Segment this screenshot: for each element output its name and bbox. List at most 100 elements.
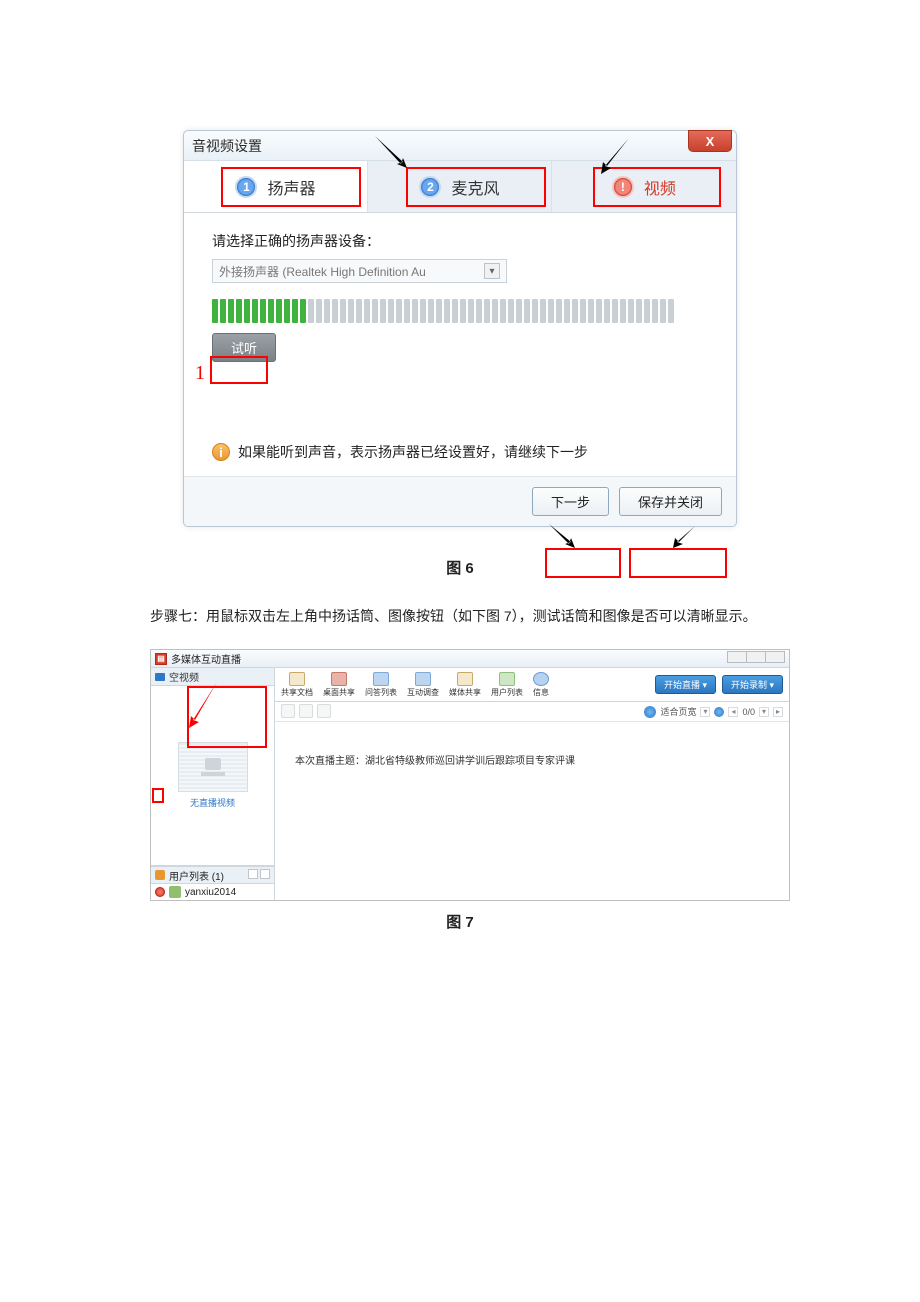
userlist-title: 用户列表 (1) (169, 868, 224, 883)
figure-7: ▤ 多媒体互动直播 空视频 无直播视频 (150, 649, 790, 901)
start-live-label: 开始直播 ▾ (664, 680, 707, 690)
tab-alert-icon: ! (612, 176, 634, 198)
figure-6: 音视频设置 X 1 扬声器 2 麦克风 ! 视频 请选择正确的扬声器设备： 外接… (183, 130, 737, 527)
toolbar-item[interactable]: 互动调查 (407, 672, 439, 698)
file-icon[interactable] (317, 704, 331, 718)
nav-dot-icon[interactable] (714, 707, 724, 717)
close-button[interactable]: X (688, 130, 732, 152)
userlist-header: 用户列表 (1) (151, 866, 274, 884)
next-step-label: 下一步 (551, 495, 590, 510)
hint-text: 如果能听到声音，表示扬声器已经设置好，请继续下一步 (238, 442, 588, 462)
app-titlebar: ▤ 多媒体互动直播 (151, 650, 789, 668)
annotation-number-1: 1 (195, 362, 205, 385)
pager-label: 0/0 (742, 707, 755, 717)
userlist-action-icon[interactable] (248, 869, 258, 879)
webcam-icon (199, 756, 227, 778)
tab-video[interactable]: ! 视频 (552, 161, 736, 212)
start-record-label: 开始录制 ▾ (731, 680, 774, 690)
next-step-button[interactable]: 下一步 (532, 487, 609, 516)
toolbar-icon (533, 672, 549, 686)
toolbar-right: 开始直播 ▾ 开始录制 ▾ (655, 675, 783, 694)
device-value: 外接扬声器 (Realtek High Definition Au (219, 263, 426, 280)
tab-label: 视频 (644, 175, 676, 199)
dialog-titlebar: 音视频设置 (184, 131, 736, 161)
tab-number-icon: 2 (419, 176, 441, 198)
close-icon: X (706, 134, 715, 149)
dialog-title: 音视频设置 (192, 136, 262, 156)
tab-label: 扬声器 (267, 175, 315, 199)
tab-speaker[interactable]: 1 扬声器 (184, 161, 368, 212)
minimize-icon[interactable] (727, 651, 747, 663)
tab-strip: 1 扬声器 2 麦克风 ! 视频 (184, 161, 736, 213)
toolbar-icon (373, 672, 389, 686)
toolbar-icon (457, 672, 473, 686)
live-topic-text: 本次直播主题：湖北省特级教师巡回讲学训后跟踪项目专家评课 (295, 756, 575, 767)
subbar-left (281, 704, 335, 720)
toolbar-item[interactable]: 问答列表 (365, 672, 397, 698)
tab-microphone[interactable]: 2 麦克风 (368, 161, 552, 212)
app-logo-icon: ▤ (155, 653, 167, 665)
info-icon: i (212, 443, 230, 461)
userlist-title-group: 用户列表 (1) (155, 868, 224, 883)
av-settings-dialog: 音视频设置 X 1 扬声器 2 麦克风 ! 视频 请选择正确的扬声器设备： 外接… (183, 130, 737, 527)
toolbar-item-label: 问答列表 (365, 687, 397, 698)
close-icon[interactable] (765, 651, 785, 663)
toolbar-item-label: 桌面共享 (323, 687, 355, 698)
app-body: 空视频 无直播视频 用户列表 (1) (151, 668, 789, 900)
toolbar-item-label: 互动调查 (407, 687, 439, 698)
speaker-device-select[interactable]: 外接扬声器 (Realtek High Definition Au ▾ (212, 259, 507, 283)
file-icon[interactable] (299, 704, 313, 718)
test-listen-label: 试听 (231, 341, 257, 356)
no-video-text: 无直播视频 (190, 796, 235, 809)
chevron-down-icon[interactable]: ▾ (759, 707, 769, 717)
next-page-icon[interactable]: ▸ (773, 707, 783, 717)
right-panel: 共享文档桌面共享问答列表互动调查媒体共享用户列表信息 开始直播 ▾ 开始录制 ▾… (275, 668, 789, 900)
save-close-label: 保存并关闭 (638, 495, 703, 510)
document-area: 本次直播主题：湖北省特级教师巡回讲学训后跟踪项目专家评课 (275, 722, 789, 900)
dialog-footer: 下一步 保存并关闭 (184, 476, 736, 526)
prev-page-icon[interactable]: ◂ (728, 707, 738, 717)
camera-icon (155, 673, 165, 681)
toolbar-item[interactable]: 共享文档 (281, 672, 313, 698)
userlist-actions (246, 869, 270, 882)
camera-placeholder[interactable] (178, 742, 248, 792)
maximize-icon[interactable] (746, 651, 766, 663)
app-title: 多媒体互动直播 (171, 651, 241, 666)
video-zone: 无直播视频 (151, 686, 274, 866)
toolbar-icon (289, 672, 305, 686)
video-panel-title: 空视频 (169, 669, 199, 684)
toolbar-item-label: 媒体共享 (449, 687, 481, 698)
speaker-status-icon[interactable] (155, 887, 165, 897)
file-icon[interactable] (281, 704, 295, 718)
step-7-text: 步骤七：用鼠标双击左上角中扬话筒、图像按钮（如下图 7），测试话筒和图像是否可以… (150, 604, 770, 629)
chevron-down-icon: ▾ (484, 263, 500, 279)
main-toolbar: 共享文档桌面共享问答列表互动调查媒体共享用户列表信息 开始直播 ▾ 开始录制 ▾ (275, 668, 789, 702)
toolbar-item[interactable]: 用户列表 (491, 672, 523, 698)
chevron-down-icon[interactable]: ▾ (700, 707, 710, 717)
userlist-action-icon[interactable] (260, 869, 270, 879)
user-name: yanxiu2014 (185, 887, 236, 898)
toolbar-item-label: 共享文档 (281, 687, 313, 698)
toolbar-item[interactable]: 信息 (533, 672, 549, 698)
globe-icon[interactable] (644, 706, 656, 718)
toolbar-item-label: 用户列表 (491, 687, 523, 698)
user-row[interactable]: yanxiu2014 (151, 884, 274, 900)
toolbar-item[interactable]: 媒体共享 (449, 672, 481, 698)
dialog-content: 请选择正确的扬声器设备： 外接扬声器 (Realtek High Definit… (184, 213, 736, 476)
app-title-left: ▤ 多媒体互动直播 (155, 651, 241, 666)
volume-meter (212, 299, 708, 323)
figure-6-caption: 图 6 (150, 557, 770, 578)
subbar-right: 适合页宽 ▾ ◂ 0/0 ▾ ▸ (644, 705, 783, 718)
left-panel: 空视频 无直播视频 用户列表 (1) (151, 668, 275, 900)
toolbar-item[interactable]: 桌面共享 (323, 672, 355, 698)
window-controls[interactable] (728, 651, 785, 666)
save-close-button[interactable]: 保存并关闭 (619, 487, 722, 516)
figure-7-caption: 图 7 (150, 911, 770, 932)
test-listen-button[interactable]: 试听 (212, 333, 276, 362)
annotation-arrow-icon (667, 524, 697, 548)
start-record-button[interactable]: 开始录制 ▾ (722, 675, 783, 694)
start-live-button[interactable]: 开始直播 ▾ (655, 675, 716, 694)
tab-number-icon: 1 (235, 176, 257, 198)
video-panel-header: 空视频 (151, 668, 274, 686)
toolbar-icon (499, 672, 515, 686)
